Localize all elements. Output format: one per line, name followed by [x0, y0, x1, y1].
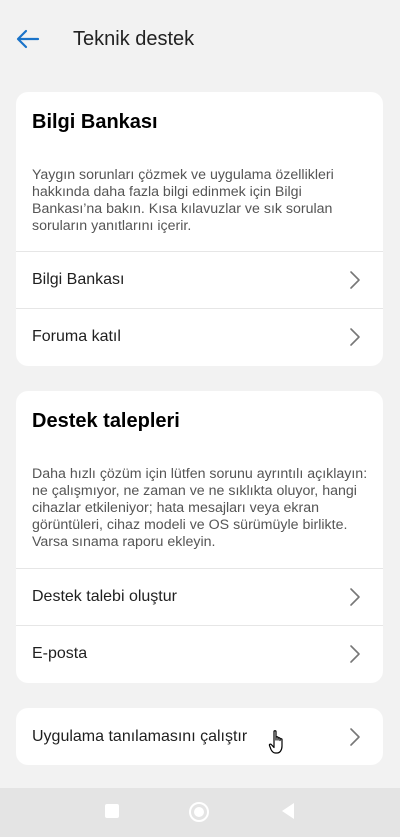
knowledge-base-row-label: Bilgi Bankası [32, 271, 125, 288]
page-title: Teknik destek [73, 28, 195, 50]
top-bar: Teknik destek [0, 0, 400, 78]
square-recents-icon[interactable] [105, 804, 119, 818]
run-diagnostics-row-label: Uygulama tanılamasını çalıştır [32, 727, 248, 745]
triangle-back-icon[interactable] [281, 802, 295, 820]
create-ticket-row[interactable]: Destek talebi oluştur [16, 568, 383, 625]
knowledge-base-row[interactable]: Bilgi Bankası [16, 251, 383, 308]
knowledge-base-title: Bilgi Bankası [32, 111, 158, 133]
email-row[interactable]: E-posta [16, 625, 383, 682]
chevron-right-icon [350, 271, 360, 289]
email-row-label: E-posta [32, 645, 88, 662]
chevron-right-icon [350, 328, 360, 346]
chevron-right-icon [350, 588, 360, 606]
support-requests-title: Destek talepleri [32, 410, 180, 432]
create-ticket-row-label: Destek talebi oluştur [32, 588, 177, 605]
run-diagnostics-row[interactable]: Uygulama tanılamasını çalıştır [16, 708, 383, 765]
chevron-right-icon [350, 645, 360, 663]
support-requests-description: Daha hızlı çözüm için lütfen sorunu ayrı… [32, 466, 368, 550]
arrow-left-icon [16, 29, 40, 49]
hand-pointer-cursor-icon [268, 730, 283, 754]
support-requests-card: Destek talepleri Daha hızlı çözüm için l… [16, 391, 383, 683]
back-button[interactable] [12, 24, 44, 54]
knowledge-base-card: Bilgi Bankası Yaygın sorunları çözmek ve… [16, 92, 383, 366]
app-screen: Teknik destek Bilgi Bankası Yaygın sorun… [0, 0, 400, 837]
system-navigation-bar [0, 788, 400, 837]
knowledge-base-description: Yaygın sorunları çözmek ve uygulama özel… [32, 167, 334, 234]
diagnostics-card: Uygulama tanılamasını çalıştır [16, 708, 383, 765]
join-forum-row[interactable]: Foruma katıl [16, 308, 383, 365]
chevron-right-icon [350, 727, 360, 746]
join-forum-row-label: Foruma katıl [32, 328, 121, 345]
circle-home-icon[interactable] [189, 802, 209, 822]
